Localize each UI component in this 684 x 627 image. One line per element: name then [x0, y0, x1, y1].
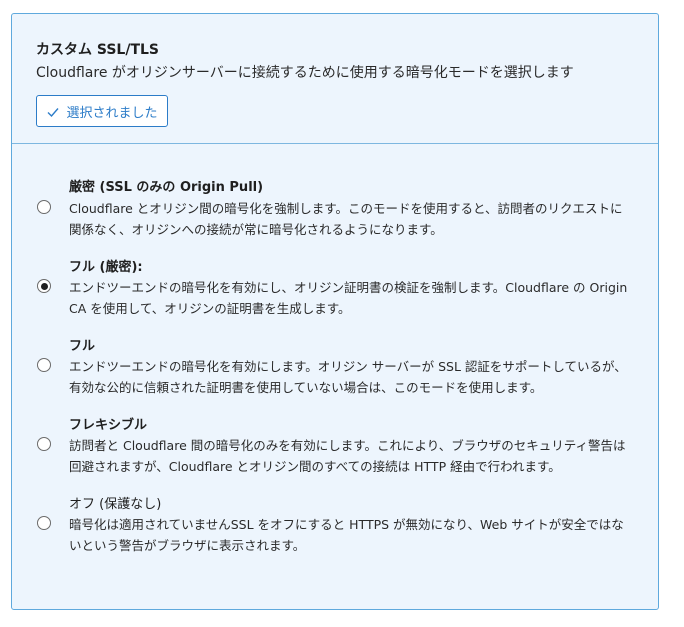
- option-strict-title: 厳密 (SSL のみの Origin Pull): [69, 180, 264, 195]
- radio-flexible[interactable]: [37, 437, 51, 451]
- option-flexible-description: 訪問者と Cloudflare 間の暗号化のみを有効にします。これにより、ブラウ…: [69, 438, 626, 474]
- ssl-mode-card: カスタム SSL/TLS Cloudflare がオリジンサーバーに接続するため…: [11, 13, 659, 610]
- option-strict[interactable]: 厳密 (SSL のみの Origin Pull) Cloudflare とオリジ…: [12, 177, 658, 239]
- option-flexible[interactable]: フレキシブル 訪問者と Cloudflare 間の暗号化のみを有効にします。これ…: [12, 415, 658, 477]
- radio-off[interactable]: [37, 516, 51, 530]
- option-full[interactable]: フル エンドツーエンドの暗号化を有効にします。オリジン サーバーが SSL 認証…: [12, 336, 658, 398]
- checkmark-icon: [46, 104, 60, 118]
- radio-strict[interactable]: [37, 200, 51, 214]
- option-full-title: フル: [69, 339, 96, 354]
- option-full-strict-title: フル (厳密):: [69, 260, 143, 275]
- option-off-title: オフ (保護なし): [69, 497, 162, 512]
- card-header: カスタム SSL/TLS Cloudflare がオリジンサーバーに接続するため…: [12, 14, 658, 144]
- selected-button[interactable]: 選択されました: [36, 95, 168, 127]
- radio-full[interactable]: [37, 358, 51, 372]
- option-flexible-title: フレキシブル: [69, 418, 148, 433]
- card-subtitle: Cloudflare がオリジンサーバーに接続するために使用する暗号化モードを選…: [36, 65, 574, 81]
- option-off[interactable]: オフ (保護なし) 暗号化は適用されていませんSSL をオフにすると HTTPS…: [12, 494, 658, 556]
- option-full-strict[interactable]: フル (厳密): エンドツーエンドの暗号化を有効にし、オリジン証明書の検証を強制…: [12, 257, 658, 319]
- option-full-description: エンドツーエンドの暗号化を有効にします。オリジン サーバーが SSL 認証をサポ…: [69, 359, 627, 395]
- option-strict-description: Cloudflare とオリジン間の暗号化を強制します。このモードを使用すると、…: [69, 201, 623, 237]
- radio-full-strict[interactable]: [37, 279, 51, 293]
- option-full-strict-description: エンドツーエンドの暗号化を有効にし、オリジン証明書の検証を強制します。Cloud…: [69, 280, 628, 316]
- selected-button-label: 選択されました: [66, 105, 158, 121]
- card-title: カスタム SSL/TLS: [36, 42, 159, 58]
- option-off-description: 暗号化は適用されていませんSSL をオフにすると HTTPS が無効になり、We…: [69, 517, 624, 553]
